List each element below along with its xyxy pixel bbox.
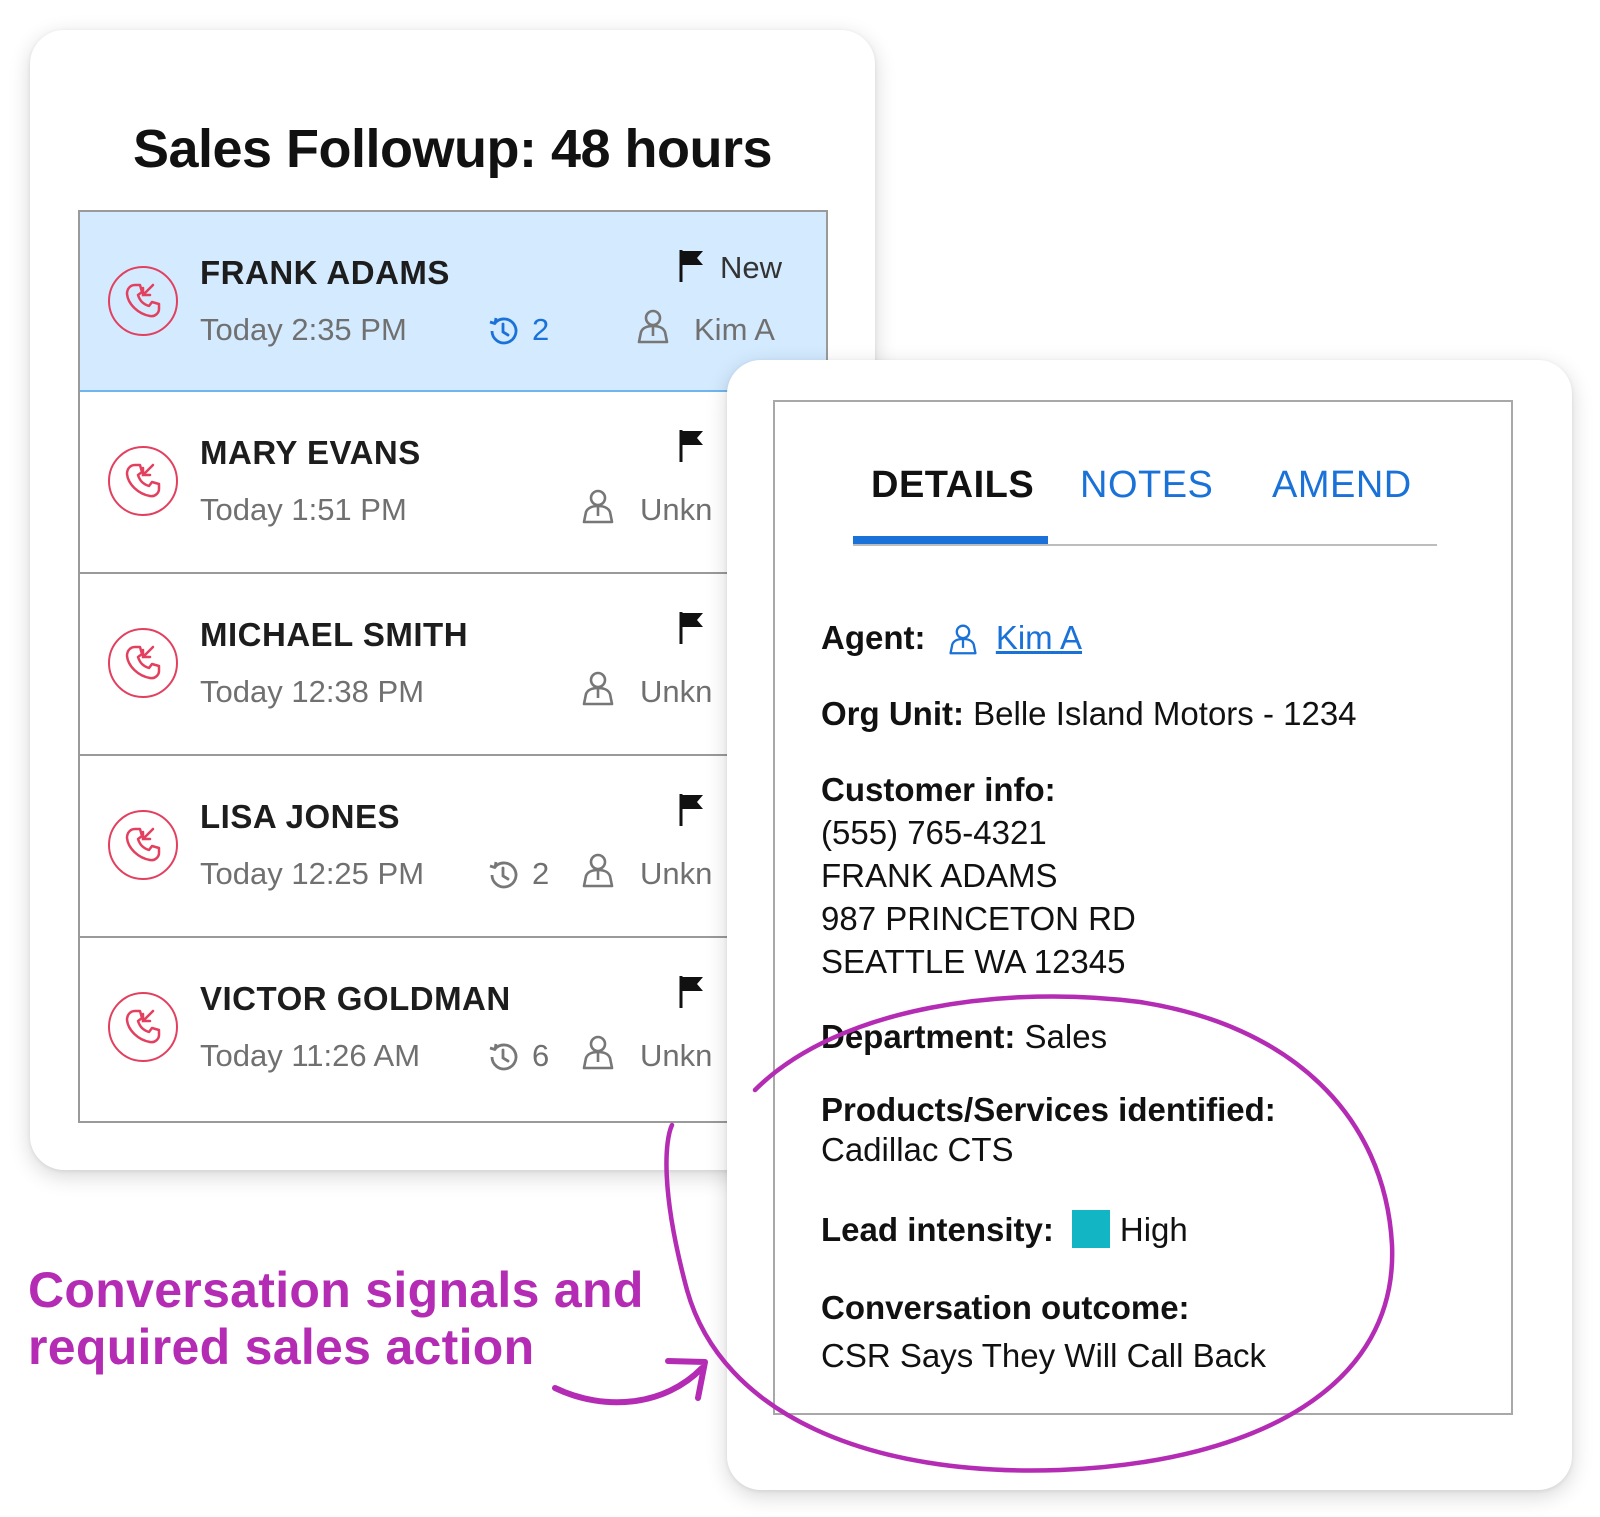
org-unit-label: Org Unit: (821, 695, 964, 732)
history-icon (485, 857, 521, 898)
history-count: 2 (532, 856, 550, 891)
lead-intensity-value: High (1119, 1211, 1188, 1248)
history-count: 2 (532, 312, 550, 347)
assigned-agent: Unkn (640, 856, 713, 891)
lead-intensity-field: Lead intensity: High (821, 1208, 1188, 1251)
tab-notes[interactable]: NOTES (1080, 464, 1213, 507)
history-icon (485, 313, 521, 354)
incoming-call-icon (108, 266, 178, 336)
agent-icon (580, 852, 616, 893)
history-count: 6 (532, 1038, 550, 1073)
assigned-agent: Unkn (640, 1038, 713, 1073)
agent-icon (635, 308, 671, 349)
call-time: Today 11:26 AM (200, 1038, 421, 1073)
org-unit-value: Belle Island Motors - 1234 (973, 695, 1357, 732)
incoming-call-icon (108, 810, 178, 880)
history-icon (485, 1039, 521, 1080)
customer-name: FRANK ADAMS (821, 857, 1058, 894)
incoming-call-icon (108, 628, 178, 698)
customer-info-label: Customer info: (821, 771, 1056, 808)
lead-intensity-label: Lead intensity: (821, 1211, 1054, 1248)
annotation-callout: Conversation signals and required sales … (28, 1262, 644, 1376)
active-tab-indicator (853, 536, 1048, 544)
flag-icon[interactable] (678, 974, 706, 1015)
flag-icon[interactable] (678, 792, 706, 833)
call-row-mary-evans[interactable]: MARY EVANS Today 1:51 PM Unkn (80, 392, 826, 574)
call-row-victor-goldman[interactable]: VICTOR GOLDMAN Today 11:26 AM 6 Unkn (80, 938, 826, 1120)
lead-intensity-swatch (1071, 1210, 1110, 1248)
department-value: Sales (1024, 1018, 1108, 1055)
agent-label: Agent: (821, 619, 926, 656)
caller-name: VICTOR GOLDMAN (200, 980, 511, 1017)
details-card: DETAILS NOTES AMEND Agent: Kim A Org Uni… (727, 360, 1572, 1490)
call-row-frank-adams[interactable]: FRANK ADAMS Today 2:35 PM New 2 Kim A (80, 212, 826, 392)
call-time: Today 12:25 PM (200, 856, 425, 891)
assigned-agent: Kim A (694, 312, 775, 347)
department-label: Department: (821, 1018, 1016, 1055)
call-time: Today 2:35 PM (200, 312, 407, 347)
call-row-michael-smith[interactable]: MICHAEL SMITH Today 12:38 PM Unkn (80, 574, 826, 756)
agent-icon (580, 488, 616, 529)
tab-bar: DETAILS NOTES AMEND (853, 464, 1437, 546)
list-title: Sales Followup: 48 hours (132, 119, 773, 179)
caller-name: MARY EVANS (200, 434, 421, 471)
assigned-agent: Unkn (640, 492, 713, 527)
caller-name: MICHAEL SMITH (200, 616, 469, 653)
outcome-value: CSR Says They Will Call Back (821, 1337, 1267, 1374)
caller-name: FRANK ADAMS (200, 254, 450, 291)
annotation-line-1: Conversation signals and (28, 1262, 644, 1318)
products-label: Products/Services identified: (821, 1091, 1276, 1128)
status-badge: New (720, 250, 783, 285)
call-time: Today 1:51 PM (200, 492, 407, 527)
department-field: Department: Sales (821, 1015, 1107, 1058)
call-list: FRANK ADAMS Today 2:35 PM New 2 Kim A MA… (78, 210, 828, 1123)
incoming-call-icon (108, 992, 178, 1062)
customer-info-field: Customer info: (555) 765-4321 FRANK ADAM… (821, 768, 1136, 983)
products-value: Cadillac CTS (821, 1131, 1014, 1168)
assigned-agent: Unkn (640, 674, 713, 709)
agent-icon (580, 670, 616, 711)
agent-icon (580, 1034, 616, 1075)
agent-field: Agent: Kim A (821, 616, 1082, 665)
incoming-call-icon (108, 446, 178, 516)
outcome-field: Conversation outcome: CSR Says They Will… (821, 1284, 1266, 1380)
caller-name: LISA JONES (200, 798, 400, 835)
flag-icon[interactable] (678, 248, 706, 289)
agent-icon (947, 622, 979, 665)
flag-icon[interactable] (678, 428, 706, 469)
details-panel: DETAILS NOTES AMEND Agent: Kim A Org Uni… (773, 400, 1513, 1415)
tab-details[interactable]: DETAILS (871, 464, 1034, 507)
customer-city: SEATTLE WA 12345 (821, 943, 1126, 980)
arrowhead-icon (665, 1358, 708, 1401)
outcome-label: Conversation outcome: (821, 1289, 1190, 1326)
customer-phone: (555) 765-4321 (821, 814, 1047, 851)
annotation-line-2: required sales action (28, 1319, 535, 1375)
call-row-lisa-jones[interactable]: LISA JONES Today 12:25 PM 2 Unkn (80, 756, 826, 938)
customer-street: 987 PRINCETON RD (821, 900, 1136, 937)
flag-icon[interactable] (678, 610, 706, 651)
org-unit-field: Org Unit: Belle Island Motors - 1234 (821, 692, 1357, 735)
tab-amend[interactable]: AMEND (1272, 464, 1412, 507)
products-field: Products/Services identified: Cadillac C… (821, 1090, 1276, 1170)
agent-link[interactable]: Kim A (996, 619, 1082, 656)
call-time: Today 12:38 PM (200, 674, 425, 709)
